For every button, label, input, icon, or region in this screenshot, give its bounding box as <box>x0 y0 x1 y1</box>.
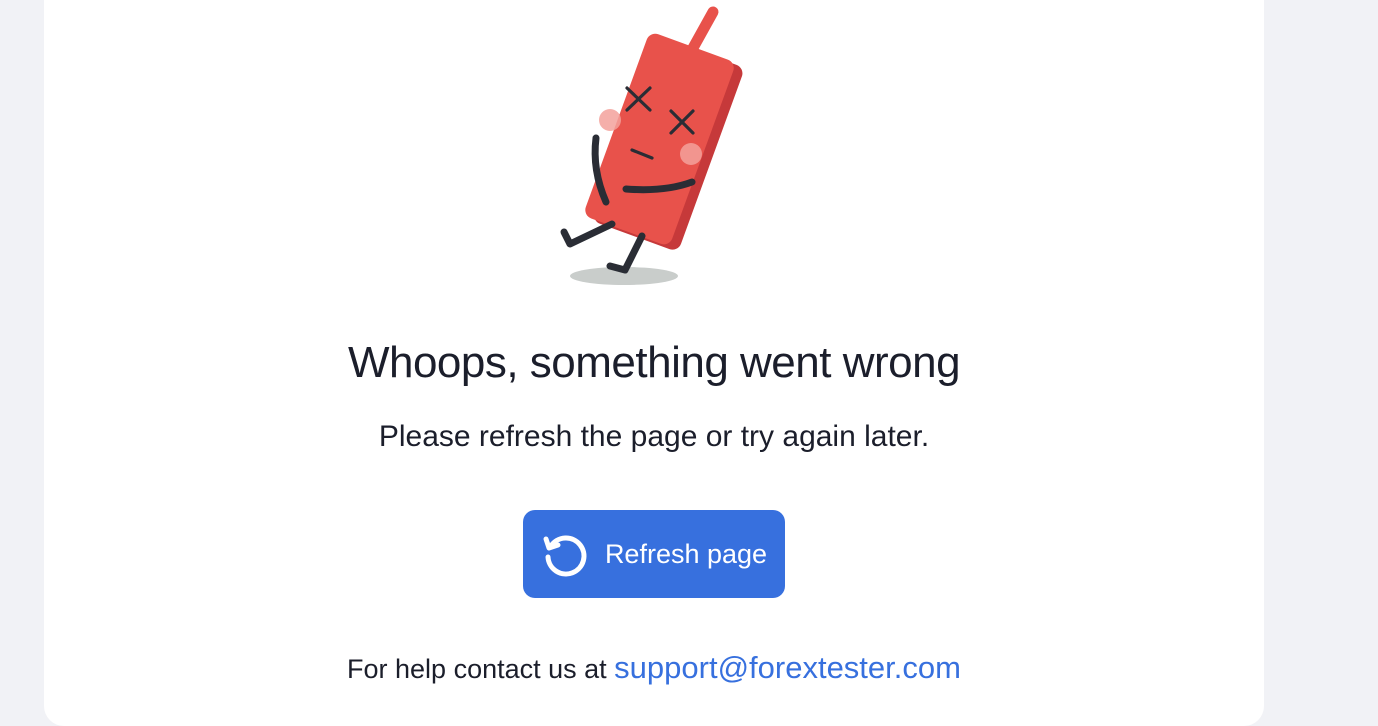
error-message: Please refresh the page or try again lat… <box>378 420 930 453</box>
error-title: Whoops, something went wrong <box>347 338 961 387</box>
support-email-link[interactable]: support@forextester.com <box>614 650 961 685</box>
help-prefix: For help contact us at <box>347 654 607 684</box>
refresh-icon <box>543 535 587 577</box>
refresh-page-label: Refresh page <box>604 538 768 569</box>
help-text: For help contact us at support@forextest… <box>0 650 1308 686</box>
broken-phone-mascot-icon <box>560 6 743 285</box>
refresh-page-button[interactable]: Refresh page <box>523 510 785 598</box>
